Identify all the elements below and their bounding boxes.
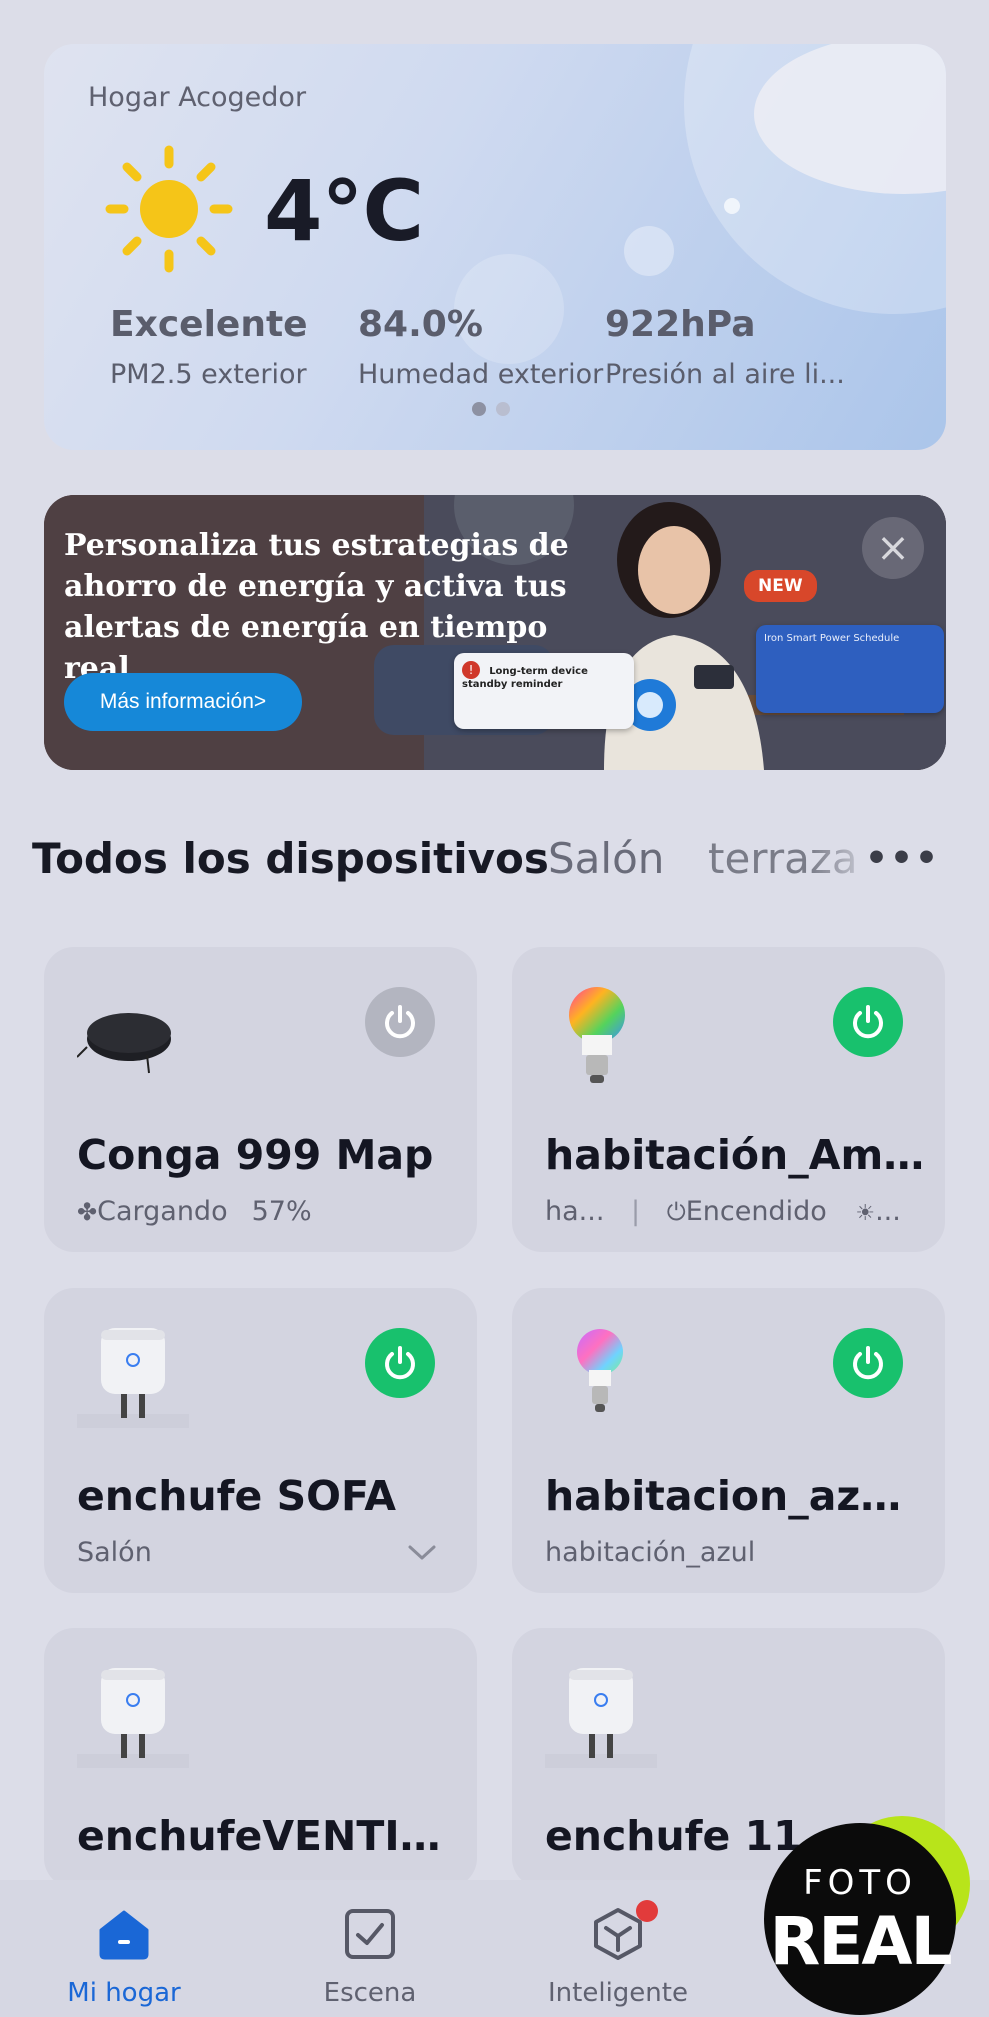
close-icon[interactable]: × bbox=[862, 517, 924, 579]
power-status-icon: ⏻ bbox=[666, 1198, 686, 1226]
carousel-dots bbox=[472, 402, 510, 416]
power-schedule-card: Iron Smart Power Schedule bbox=[756, 625, 944, 713]
battery-level: 57% bbox=[251, 1196, 312, 1227]
power-toggle[interactable] bbox=[833, 1328, 903, 1398]
power-toggle[interactable] bbox=[833, 987, 903, 1057]
device-room: Salón bbox=[77, 1537, 152, 1568]
chevron-down-icon[interactable] bbox=[407, 1544, 437, 1562]
rgb-bulb-icon bbox=[569, 987, 625, 1083]
device-status: ha... | ⏻Encendido ☀... bbox=[545, 1196, 901, 1227]
energy-promo-banner[interactable]: Personaliza tus estrategias de ahorro de… bbox=[44, 495, 946, 770]
temperature: 4°C bbox=[264, 162, 424, 260]
more-tabs-icon[interactable]: ••• bbox=[865, 838, 940, 879]
stat-air-quality: Excelente PM2.5 exterior bbox=[110, 304, 308, 390]
device-name: enchufe SOFA bbox=[77, 1472, 397, 1520]
scene-check-icon bbox=[345, 1909, 395, 1959]
standby-reminder-title: Long-term device standby reminder bbox=[462, 666, 588, 690]
smart-plug-icon bbox=[77, 1328, 189, 1428]
device-name: enchufeVENTIL... bbox=[77, 1812, 457, 1860]
nav-escena[interactable]: Escena bbox=[270, 1904, 470, 2008]
nav-label: Inteligente bbox=[548, 1978, 688, 2008]
power-icon bbox=[853, 1346, 883, 1380]
power-icon bbox=[853, 1005, 883, 1039]
room-label: ha... bbox=[545, 1196, 605, 1227]
home-icon bbox=[99, 1910, 149, 1960]
power-icon bbox=[385, 1005, 415, 1039]
room-tabs: Todos los dispositivos Salón terraza ••• bbox=[32, 834, 952, 894]
device-card-habitacion-azul[interactable]: habitacion_azul_... habitación_azul bbox=[512, 1288, 945, 1593]
device-card-enchufe-ventil[interactable]: enchufeVENTIL... bbox=[44, 1628, 477, 1888]
tab-salon[interactable]: Salón bbox=[548, 834, 664, 883]
smart-plug-icon bbox=[545, 1668, 657, 1768]
separator: | bbox=[631, 1196, 641, 1227]
device-name: habitacion_azul_... bbox=[545, 1472, 925, 1520]
carousel-dot-active bbox=[472, 402, 486, 416]
nav-mi-hogar[interactable]: Mi hogar bbox=[24, 1904, 224, 2008]
power-toggle[interactable] bbox=[365, 1328, 435, 1398]
foto-real-watermark: FOTO REAL bbox=[764, 1823, 956, 2015]
status-text: Cargando bbox=[97, 1196, 228, 1227]
tab-all-devices[interactable]: Todos los dispositivos bbox=[32, 834, 549, 883]
home-name: Hogar Acogedor bbox=[88, 82, 307, 113]
carousel-dot bbox=[496, 402, 510, 416]
new-tag: NEW bbox=[744, 570, 817, 602]
device-room: habitación_azul bbox=[545, 1537, 756, 1568]
device-name: habitación_Amar... bbox=[545, 1131, 925, 1179]
device-card-conga[interactable]: Conga 999 Map ✤Cargando 57% bbox=[44, 947, 477, 1252]
power-icon bbox=[385, 1346, 415, 1380]
nav-inteligente[interactable]: Inteligente bbox=[518, 1900, 718, 2008]
stat-label: Presión al aire li... bbox=[605, 359, 845, 390]
stat-label: Humedad exterior bbox=[358, 359, 604, 390]
banner-headline-line: Personaliza tus estrategias de bbox=[64, 528, 569, 563]
weather-card[interactable]: Hogar Acogedor 4°C Excelente PM2.5 exter… bbox=[44, 44, 946, 450]
robot-vacuum-icon bbox=[77, 1013, 171, 1074]
rgb-bulb-icon bbox=[577, 1329, 623, 1412]
banner-headline-line: ahorro de energía y activa tus bbox=[64, 569, 567, 604]
watermark-line2: REAL bbox=[769, 1903, 952, 1980]
status-text: Encendido bbox=[685, 1196, 827, 1227]
stat-label: PM2.5 exterior bbox=[110, 359, 307, 390]
decor-bubble bbox=[624, 226, 674, 276]
more-info-button[interactable]: Más información> bbox=[64, 673, 302, 731]
stat-humidity: 84.0% Humedad exterior bbox=[358, 304, 603, 390]
brightness-icon: ☀ bbox=[855, 1201, 876, 1226]
power-toggle[interactable] bbox=[365, 987, 435, 1057]
device-card-habitacion-amarilla[interactable]: habitación_Amar... ha... | ⏻Encendido ☀.… bbox=[512, 947, 945, 1252]
stat-pressure: 922hPa Presión al aire li... bbox=[605, 304, 845, 390]
watermark-line1: FOTO bbox=[803, 1863, 917, 1903]
nav-label: Escena bbox=[323, 1978, 417, 2008]
decor-bubble bbox=[724, 198, 740, 214]
stat-value: 922hPa bbox=[605, 304, 756, 345]
smart-plug-icon bbox=[77, 1668, 189, 1768]
sun-icon bbox=[105, 145, 233, 273]
power-schedule-title: Iron Smart Power Schedule bbox=[764, 633, 900, 644]
tab-terraza[interactable]: terraza bbox=[708, 834, 878, 883]
brightness-value: ... bbox=[875, 1196, 901, 1227]
stat-value: Excelente bbox=[110, 304, 308, 345]
device-name: Conga 999 Map bbox=[77, 1131, 434, 1179]
device-card-enchufe-sofa[interactable]: enchufe SOFA Salón bbox=[44, 1288, 477, 1593]
notification-badge bbox=[636, 1900, 658, 1922]
stat-value: 84.0% bbox=[358, 304, 483, 345]
fan-icon: ✤ bbox=[77, 1198, 98, 1226]
device-status: ✤Cargando 57% bbox=[77, 1196, 312, 1227]
nav-label: Mi hogar bbox=[67, 1978, 181, 2008]
standby-reminder-card: ! Long-term device standby reminder bbox=[454, 653, 634, 729]
